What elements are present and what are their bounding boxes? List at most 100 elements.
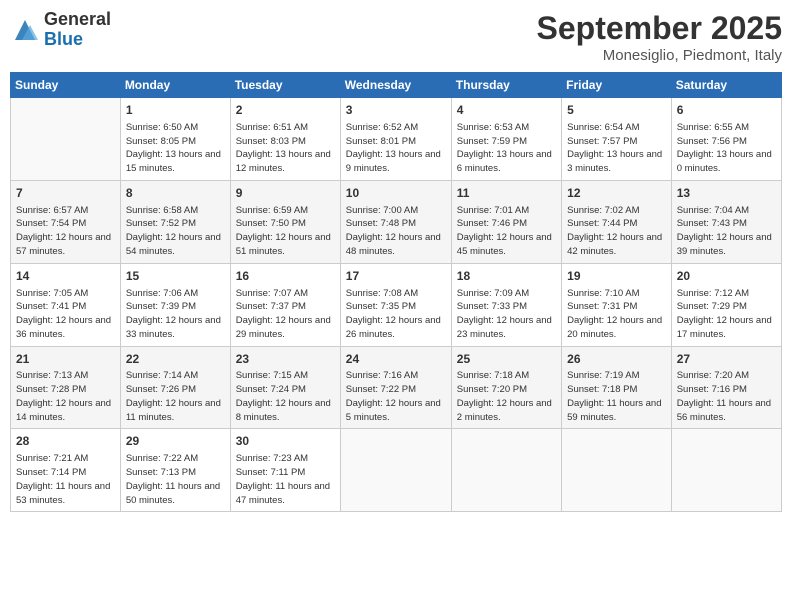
day-number: 15 — [126, 268, 225, 285]
day-detail: Sunrise: 7:20 AM Sunset: 7:16 PM Dayligh… — [677, 369, 776, 424]
day-detail: Sunrise: 7:12 AM Sunset: 7:29 PM Dayligh… — [677, 287, 776, 342]
day-detail: Sunrise: 7:04 AM Sunset: 7:43 PM Dayligh… — [677, 204, 776, 259]
calendar-day-cell: 21Sunrise: 7:13 AM Sunset: 7:28 PM Dayli… — [11, 346, 121, 429]
day-detail: Sunrise: 7:10 AM Sunset: 7:31 PM Dayligh… — [567, 287, 666, 342]
calendar-day-cell: 1 Sunrise: 6:50 AM Sunset: 8:05 PM Daylig… — [120, 98, 230, 181]
calendar-day-cell: 5 Sunrise: 6:54 AM Sunset: 7:57 PM Daylig… — [562, 98, 672, 181]
day-detail: Sunrise: 6:53 AM Sunset: 7:59 PM Dayligh… — [457, 121, 556, 176]
calendar-day-cell: 16 Sunrise: 7:07 AM Sunset: 7:37 PM Dayli… — [230, 263, 340, 346]
day-detail: Sunrise: 6:57 AM Sunset: 7:54 PM Dayligh… — [16, 204, 115, 259]
location-subtitle: Monesiglio, Piedmont, Italy — [537, 47, 782, 64]
calendar-day-cell: 11 Sunrise: 7:01 AM Sunset: 7:46 PM Dayli… — [451, 180, 561, 263]
day-number: 23 — [236, 351, 335, 368]
weekday-header: Sunday — [11, 73, 121, 98]
day-detail: Sunrise: 7:00 AM Sunset: 7:48 PM Dayligh… — [346, 204, 446, 259]
day-number: 4 — [457, 102, 556, 119]
calendar-day-cell: 7 Sunrise: 6:57 AM Sunset: 7:54 PM Daylig… — [11, 180, 121, 263]
day-number: 30 — [236, 433, 335, 450]
day-detail: Sunrise: 7:09 AM Sunset: 7:33 PM Dayligh… — [457, 287, 556, 342]
day-detail: Sunrise: 7:07 AM Sunset: 7:37 PM Dayligh… — [236, 287, 335, 342]
calendar-day-cell: 9 Sunrise: 6:59 AM Sunset: 7:50 PM Daylig… — [230, 180, 340, 263]
day-detail: Sunrise: 6:59 AM Sunset: 7:50 PM Dayligh… — [236, 204, 335, 259]
day-detail: Sunrise: 7:21 AM Sunset: 7:14 PM Dayligh… — [16, 452, 115, 507]
day-detail: Sunrise: 7:15 AM Sunset: 7:24 PM Dayligh… — [236, 369, 335, 424]
day-number: 14 — [16, 268, 115, 285]
day-number: 1 — [126, 102, 225, 119]
calendar-day-cell: 23Sunrise: 7:15 AM Sunset: 7:24 PM Dayli… — [230, 346, 340, 429]
day-detail: Sunrise: 7:13 AM Sunset: 7:28 PM Dayligh… — [16, 369, 115, 424]
calendar-day-cell: 26Sunrise: 7:19 AM Sunset: 7:18 PM Dayli… — [562, 346, 672, 429]
day-number: 7 — [16, 185, 115, 202]
calendar-day-cell — [11, 98, 121, 181]
day-detail: Sunrise: 7:01 AM Sunset: 7:46 PM Dayligh… — [457, 204, 556, 259]
day-number: 27 — [677, 351, 776, 368]
calendar-day-cell: 13Sunrise: 7:04 AM Sunset: 7:43 PM Dayli… — [671, 180, 781, 263]
weekday-header: Saturday — [671, 73, 781, 98]
page-header: General Blue September 2025 Monesiglio, … — [10, 10, 782, 64]
calendar-day-cell: 30Sunrise: 7:23 AM Sunset: 7:11 PM Dayli… — [230, 429, 340, 512]
month-year-title: September 2025 — [537, 10, 782, 47]
calendar-day-cell: 28 Sunrise: 7:21 AM Sunset: 7:14 PM Dayli… — [11, 429, 121, 512]
day-number: 18 — [457, 268, 556, 285]
calendar-day-cell — [562, 429, 672, 512]
day-detail: Sunrise: 7:08 AM Sunset: 7:35 PM Dayligh… — [346, 287, 446, 342]
weekday-header: Friday — [562, 73, 672, 98]
day-detail: Sunrise: 6:50 AM Sunset: 8:05 PM Dayligh… — [126, 121, 225, 176]
calendar-week-row: 21Sunrise: 7:13 AM Sunset: 7:28 PM Dayli… — [11, 346, 782, 429]
calendar-day-cell: 17 Sunrise: 7:08 AM Sunset: 7:35 PM Dayli… — [340, 263, 451, 346]
day-detail: Sunrise: 7:16 AM Sunset: 7:22 PM Dayligh… — [346, 369, 446, 424]
day-detail: Sunrise: 7:22 AM Sunset: 7:13 PM Dayligh… — [126, 452, 225, 507]
calendar-body: 1 Sunrise: 6:50 AM Sunset: 8:05 PM Daylig… — [11, 98, 782, 512]
day-number: 25 — [457, 351, 556, 368]
calendar-header: SundayMondayTuesdayWednesdayThursdayFrid… — [11, 73, 782, 98]
calendar-day-cell: 2Sunrise: 6:51 AM Sunset: 8:03 PM Daylig… — [230, 98, 340, 181]
day-number: 5 — [567, 102, 666, 119]
calendar-day-cell: 22Sunrise: 7:14 AM Sunset: 7:26 PM Dayli… — [120, 346, 230, 429]
weekday-header: Wednesday — [340, 73, 451, 98]
calendar-week-row: 14Sunrise: 7:05 AM Sunset: 7:41 PM Dayli… — [11, 263, 782, 346]
day-number: 11 — [457, 185, 556, 202]
day-number: 28 — [16, 433, 115, 450]
calendar-day-cell: 25Sunrise: 7:18 AM Sunset: 7:20 PM Dayli… — [451, 346, 561, 429]
day-number: 26 — [567, 351, 666, 368]
day-detail: Sunrise: 6:54 AM Sunset: 7:57 PM Dayligh… — [567, 121, 666, 176]
day-detail: Sunrise: 7:19 AM Sunset: 7:18 PM Dayligh… — [567, 369, 666, 424]
logo-blue: Blue — [44, 30, 111, 50]
calendar-day-cell: 4 Sunrise: 6:53 AM Sunset: 7:59 PM Daylig… — [451, 98, 561, 181]
calendar-day-cell: 3Sunrise: 6:52 AM Sunset: 8:01 PM Daylig… — [340, 98, 451, 181]
day-number: 10 — [346, 185, 446, 202]
day-detail: Sunrise: 7:18 AM Sunset: 7:20 PM Dayligh… — [457, 369, 556, 424]
calendar-day-cell — [451, 429, 561, 512]
day-detail: Sunrise: 6:51 AM Sunset: 8:03 PM Dayligh… — [236, 121, 335, 176]
logo-text: General Blue — [44, 10, 111, 50]
day-number: 17 — [346, 268, 446, 285]
day-number: 21 — [16, 351, 115, 368]
day-number: 29 — [126, 433, 225, 450]
day-number: 19 — [567, 268, 666, 285]
calendar-day-cell: 12Sunrise: 7:02 AM Sunset: 7:44 PM Dayli… — [562, 180, 672, 263]
title-block: September 2025 Monesiglio, Piedmont, Ita… — [537, 10, 782, 64]
calendar-week-row: 28 Sunrise: 7:21 AM Sunset: 7:14 PM Dayli… — [11, 429, 782, 512]
day-number: 24 — [346, 351, 446, 368]
calendar-table: SundayMondayTuesdayWednesdayThursdayFrid… — [10, 72, 782, 512]
day-detail: Sunrise: 6:52 AM Sunset: 8:01 PM Dayligh… — [346, 121, 446, 176]
logo-general: General — [44, 10, 111, 30]
calendar-week-row: 1 Sunrise: 6:50 AM Sunset: 8:05 PM Daylig… — [11, 98, 782, 181]
calendar-day-cell: 19 Sunrise: 7:10 AM Sunset: 7:31 PM Dayli… — [562, 263, 672, 346]
day-number: 9 — [236, 185, 335, 202]
calendar-header-row: SundayMondayTuesdayWednesdayThursdayFrid… — [11, 73, 782, 98]
calendar-day-cell: 27Sunrise: 7:20 AM Sunset: 7:16 PM Dayli… — [671, 346, 781, 429]
weekday-header: Tuesday — [230, 73, 340, 98]
calendar-week-row: 7 Sunrise: 6:57 AM Sunset: 7:54 PM Daylig… — [11, 180, 782, 263]
day-detail: Sunrise: 7:14 AM Sunset: 7:26 PM Dayligh… — [126, 369, 225, 424]
day-number: 22 — [126, 351, 225, 368]
day-number: 6 — [677, 102, 776, 119]
calendar-day-cell — [671, 429, 781, 512]
day-number: 8 — [126, 185, 225, 202]
day-detail: Sunrise: 7:02 AM Sunset: 7:44 PM Dayligh… — [567, 204, 666, 259]
calendar-day-cell: 20Sunrise: 7:12 AM Sunset: 7:29 PM Dayli… — [671, 263, 781, 346]
calendar-day-cell: 18 Sunrise: 7:09 AM Sunset: 7:33 PM Dayli… — [451, 263, 561, 346]
calendar-day-cell: 14Sunrise: 7:05 AM Sunset: 7:41 PM Dayli… — [11, 263, 121, 346]
day-number: 16 — [236, 268, 335, 285]
weekday-header: Monday — [120, 73, 230, 98]
